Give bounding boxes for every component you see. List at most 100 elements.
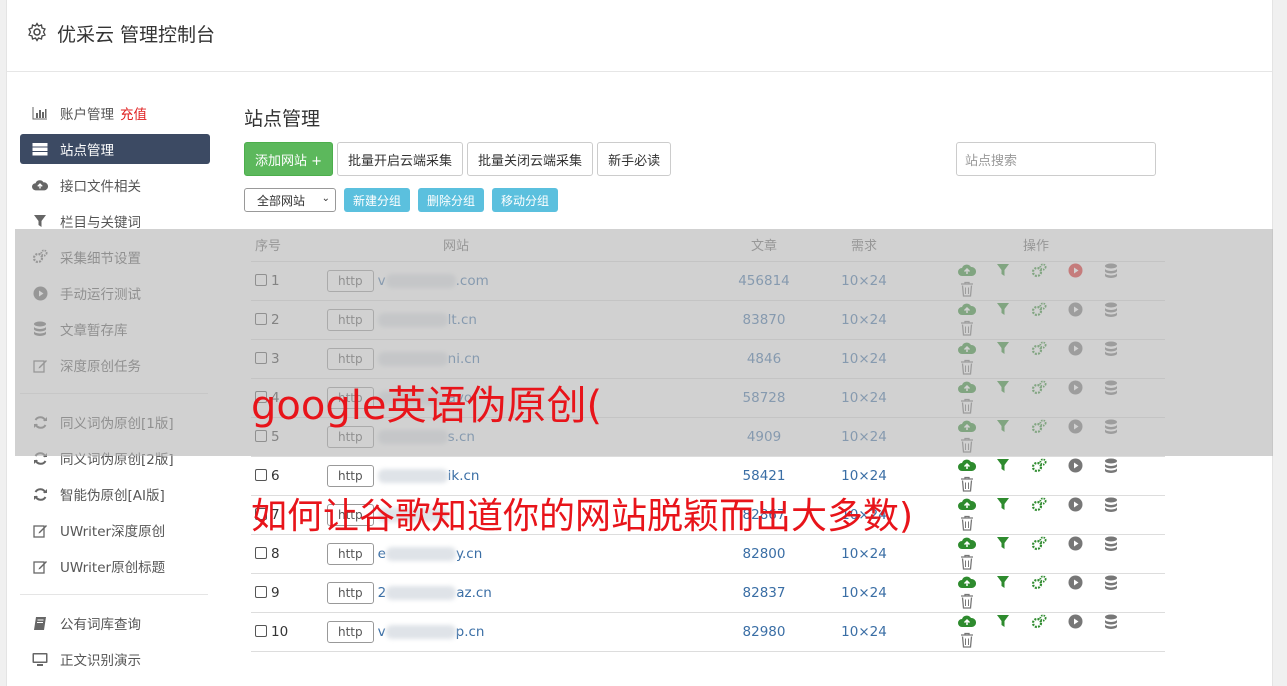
trash-icon[interactable] [957,554,977,572]
table-row: 9 http 2 az.cn 82837 10×24 [251,573,1165,613]
cloud-upload-icon[interactable] [957,497,977,515]
gears-icon[interactable] [1029,536,1049,554]
app-title: 优采云 管理控制台 [57,24,216,46]
articles-count[interactable]: 82980 [705,612,823,652]
row-number: 10 [271,623,289,640]
play-circle-icon[interactable] [1065,575,1085,593]
row-checkbox[interactable] [255,468,267,481]
trash-icon[interactable] [957,515,977,533]
watermark-overlay [15,229,1273,456]
site-link[interactable]: v p.cn [378,624,485,640]
filter-icon [32,213,48,229]
http-button[interactable]: http [327,581,374,604]
site-link[interactable]: 2 az.cn [378,585,492,601]
sidebar-item-b-4[interactable]: UWriter原创标题 [20,548,210,584]
http-button[interactable]: http [327,542,374,565]
redacted-mask [385,546,456,561]
sidebar-item-c-1[interactable]: 正文识别演示 [20,641,210,677]
add-site-button[interactable]: 添加网站 + [244,142,334,176]
batch-open-button[interactable]: 批量开启云端采集 [337,142,464,176]
table-row: 10 http v p.cn 82980 10×24 [251,612,1165,652]
database-icon[interactable] [1101,458,1121,476]
play-circle-icon[interactable] [1065,536,1085,554]
database-icon[interactable] [1101,614,1121,632]
redacted-mask [386,585,457,600]
row-number: 8 [271,545,280,562]
filter-icon[interactable] [993,497,1013,515]
gears-icon[interactable] [1029,575,1049,593]
overlay-title-line2: 如何让谷歌知道你的网站脱颖而出大多数) [251,496,914,537]
new-group-button[interactable]: 新建分组 [344,188,411,212]
group-select[interactable]: 全部网站 ⌄ [244,188,336,212]
page-title: 站点管理 [244,108,321,130]
sidebar-item-a-1[interactable]: 站点管理 [20,134,210,164]
cloud-upload-icon[interactable] [957,575,977,593]
sidebar-item-label: 接口文件相关 [60,179,141,195]
database-icon[interactable] [1101,536,1121,554]
sidebar-item-label: UWriter原创标题 [60,560,166,576]
trash-icon[interactable] [957,476,977,494]
redacted-mask [377,468,448,483]
cloud-upload-icon[interactable] [957,536,977,554]
sidebar-item-label: 账户管理 [60,107,114,123]
move-group-button[interactable]: 移动分组 [492,188,559,212]
sidebar-item-label: 正文识别演示 [60,653,141,669]
row-number: 9 [271,584,280,601]
filter-icon[interactable] [993,614,1013,632]
cloud-upload-icon[interactable] [957,458,977,476]
database-icon[interactable] [1101,575,1121,593]
articles-count[interactable]: 82837 [705,573,823,613]
gears-icon[interactable] [1029,458,1049,476]
monitor-icon [32,651,48,667]
gears-icon[interactable] [1029,497,1049,515]
play-circle-icon[interactable] [1065,458,1085,476]
batch-close-button[interactable]: 批量关闭云端采集 [467,142,594,176]
site-link[interactable]: e y.cn [378,546,483,562]
filter-icon[interactable] [993,575,1013,593]
edit-icon [32,558,48,574]
trash-icon[interactable] [957,593,977,611]
table-row: 8 http e y.cn 82800 10×24 [251,534,1165,574]
filter-icon[interactable] [993,458,1013,476]
row-checkbox[interactable] [255,585,267,598]
site-link[interactable]: ik.cn [377,468,479,484]
sidebar-item-label: 站点管理 [60,143,114,159]
sidebar-item-c-0[interactable]: 公有词库查询 [20,605,210,641]
main-content: 站点管理 添加网站 + 批量开启云端采集 批量关闭云端采集 新手必读 站点搜索 … [244,95,1174,652]
requirement[interactable]: 10×24 [823,573,905,613]
row-checkbox[interactable] [255,624,267,637]
play-circle-icon[interactable] [1065,497,1085,515]
group-bar: 全部网站 ⌄ 新建分组 删除分组 移动分组 [244,188,559,212]
delete-group-button[interactable]: 删除分组 [418,188,485,212]
sidebar-item-b-3[interactable]: UWriter深度原创 [20,512,210,548]
row-number-cell: 9 [251,573,327,613]
sidebar-item-a-2[interactable]: 接口文件相关 [20,167,210,203]
requirement[interactable]: 10×24 [823,612,905,652]
toolbar: 添加网站 + 批量开启云端采集 批量关闭云端采集 新手必读 [244,142,672,176]
chevron-down-icon: ⌄ [321,193,330,204]
sidebar-item-label: 栏目与关键词 [60,215,141,231]
trash-icon[interactable] [957,632,977,650]
operations-cell [905,573,1165,613]
newbie-guide-button[interactable]: 新手必读 [597,142,672,176]
sidebar-item-b-2[interactable]: 智能伪原创[AI版] [20,476,210,512]
site-cell: http e y.cn [327,534,705,574]
gear-icon [28,22,46,42]
play-circle-icon[interactable] [1065,614,1085,632]
book-icon [32,615,48,631]
row-checkbox[interactable] [255,546,267,559]
filter-icon[interactable] [993,536,1013,554]
http-button[interactable]: http [327,620,374,643]
http-button[interactable]: http [327,464,374,487]
site-search-input[interactable]: 站点搜索 [956,142,1156,176]
bar-chart-icon [32,105,48,121]
articles-count[interactable]: 82800 [705,534,823,574]
requirement[interactable]: 10×24 [823,534,905,574]
gears-icon[interactable] [1029,614,1049,632]
database-icon[interactable] [1101,497,1121,515]
cloud-upload-icon[interactable] [957,614,977,632]
recharge-link[interactable]: 充值 [120,103,147,123]
sidebar-item-a-0[interactable]: 账户管理 充值 [20,95,210,131]
site-cell: http 2 az.cn [327,573,705,613]
redacted-mask [385,624,456,639]
